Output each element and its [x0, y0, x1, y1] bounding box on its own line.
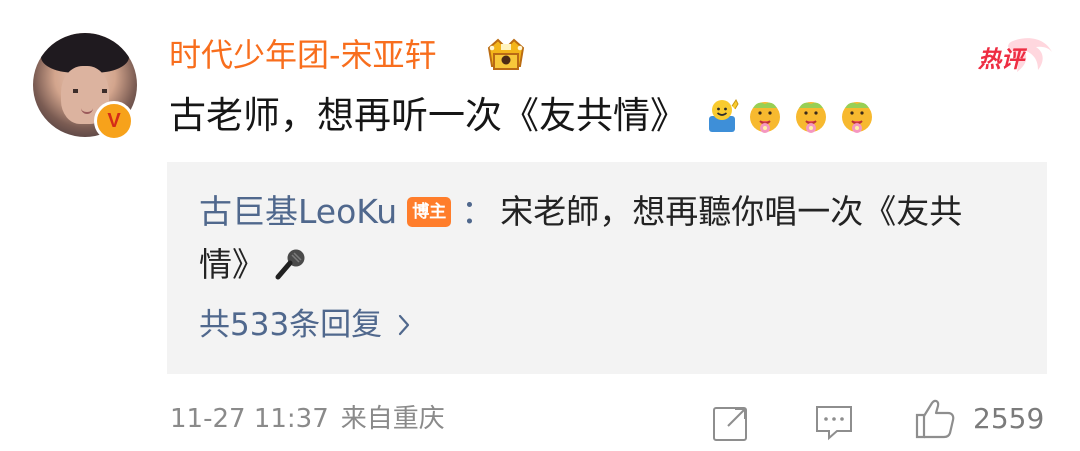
comment-button[interactable] — [812, 400, 856, 442]
crown-icon — [487, 38, 525, 70]
comment-meta: 11-27 11:37 来自重庆 — [170, 399, 445, 439]
like-button[interactable] — [910, 395, 958, 443]
timestamp: 11-27 11:37 — [170, 404, 329, 434]
flower-emoji — [796, 102, 826, 133]
hot-comment-badge: 热评 — [977, 38, 1052, 73]
username[interactable]: 时代少年团-宋亚轩 — [169, 35, 437, 75]
avatar-eyes — [73, 89, 107, 93]
reply-count-text: 共533条回复 — [199, 307, 383, 343]
reply-author[interactable]: 古巨基LeoKu — [199, 190, 397, 234]
comment-text: 古老师，想再听一次《友共情》 — [169, 94, 687, 137]
reply-preview[interactable]: 古巨基LeoKu 博主 ： 宋老師，想再聽你唱一次《友共 情》 共533条回复 — [167, 162, 1047, 374]
reply-line-continued: 情》 — [199, 243, 309, 287]
reply-text-continued: 情》 — [199, 245, 265, 284]
reply-text: 宋老師，想再聽你唱一次《友共 — [500, 192, 963, 231]
emoji-row — [705, 92, 877, 138]
view-replies-link[interactable]: 共533条回复 — [199, 303, 412, 347]
wave-emoji — [709, 99, 739, 132]
reply-line: 古巨基LeoKu 博主 ： 宋老師，想再聽你唱一次《友共 — [199, 190, 962, 234]
flower-emoji — [750, 102, 780, 133]
flower-emoji — [842, 102, 872, 133]
share-button[interactable] — [708, 400, 754, 442]
reply-colon: ： — [461, 192, 495, 231]
chevron-right-icon — [399, 314, 410, 336]
verified-badge: V — [94, 101, 134, 141]
author-tag: 博主 — [407, 197, 452, 227]
microphone-icon — [275, 249, 305, 280]
hot-comment-badge-text: 热评 — [977, 47, 1028, 73]
source-location: 来自重庆 — [340, 404, 445, 434]
like-count: 2559 — [973, 402, 1045, 435]
verified-badge-text: V — [107, 110, 121, 132]
